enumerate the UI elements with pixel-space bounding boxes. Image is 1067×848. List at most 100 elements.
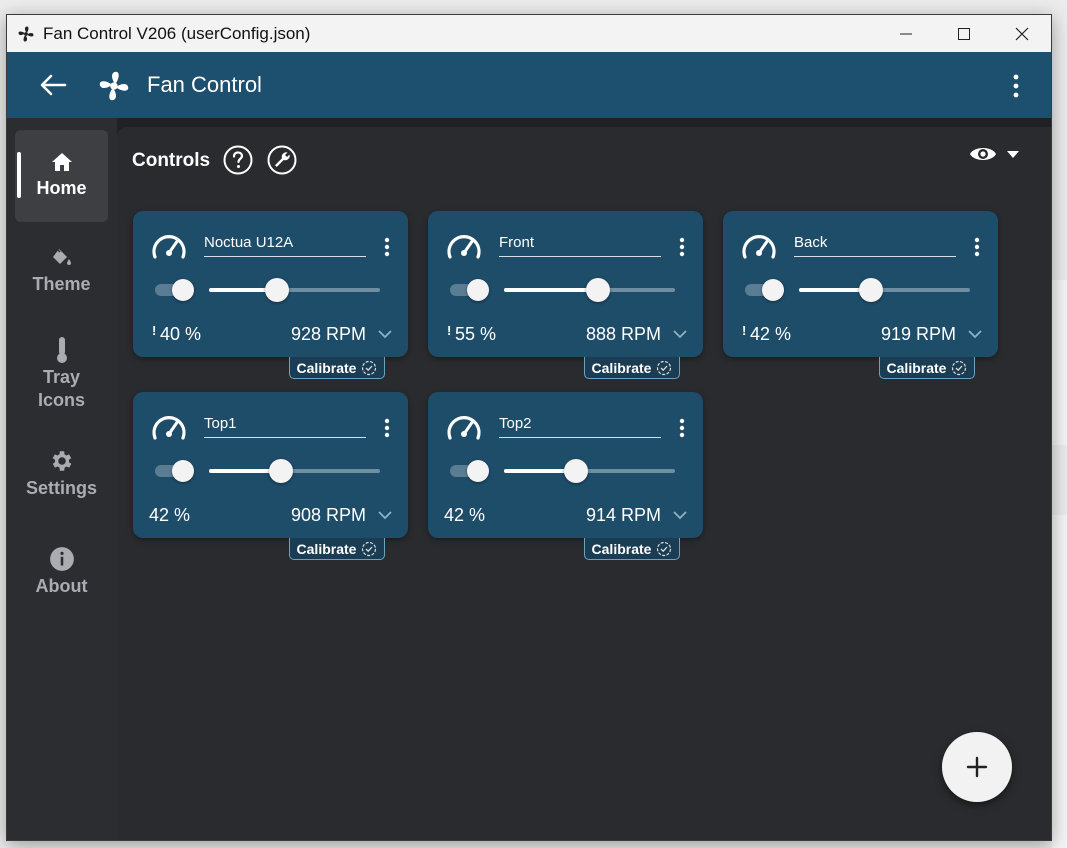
chevron-down-icon[interactable]	[673, 329, 687, 339]
control-name-field[interactable]: Front	[499, 234, 661, 257]
sidebar-item-label: Theme	[32, 274, 91, 294]
app-bar: Fan Control	[7, 52, 1051, 118]
slider-thumb[interactable]	[586, 278, 611, 302]
speed-slider[interactable]	[504, 278, 675, 302]
enable-toggle[interactable]	[155, 279, 195, 301]
background-window	[1052, 280, 1067, 445]
speedometer-icon	[447, 235, 481, 259]
calibrate-label: Calibrate	[591, 359, 652, 376]
slider-thumb[interactable]	[858, 278, 883, 302]
more-vert-icon[interactable]	[384, 418, 390, 438]
speedometer-icon	[447, 416, 481, 440]
calibrate-button[interactable]: Calibrate	[584, 538, 680, 560]
paint-bucket-icon	[52, 247, 71, 265]
slider-thumb[interactable]	[563, 459, 588, 483]
gear-icon	[52, 451, 71, 471]
control-card: Front! 55 % 888 RPM	[428, 211, 703, 357]
slider-thumb[interactable]	[268, 459, 293, 483]
fan-logo-icon	[99, 71, 129, 101]
more-vert-icon[interactable]	[679, 418, 685, 438]
chevron-down-icon[interactable]	[378, 510, 392, 520]
more-vert-icon[interactable]	[974, 237, 980, 257]
enable-toggle[interactable]	[450, 460, 490, 482]
maximize-icon	[958, 27, 970, 40]
control-percent: 55 %	[455, 324, 497, 344]
control-rpm: 919 RPM	[880, 324, 956, 344]
back-arrow-icon[interactable]	[39, 73, 67, 97]
warning-indicator: !	[447, 323, 452, 338]
speed-slider[interactable]	[504, 459, 675, 483]
active-indicator	[17, 152, 21, 198]
fan-icon	[18, 25, 34, 42]
info-icon	[49, 547, 74, 571]
control-rpm: 908 RPM	[290, 505, 366, 525]
close-button[interactable]	[993, 15, 1051, 52]
page-title: Controls	[132, 150, 211, 171]
control-card: Back! 42 % 919 RPM	[723, 211, 998, 357]
check-circle-icon	[362, 541, 377, 556]
enable-toggle[interactable]	[450, 279, 490, 301]
control-rpm: 914 RPM	[585, 505, 661, 525]
speedometer-icon	[152, 416, 186, 440]
calibrate-button[interactable]: Calibrate	[289, 538, 385, 560]
plus-icon	[966, 756, 988, 778]
home-icon	[51, 153, 72, 171]
control-name-field[interactable]: Top1	[204, 415, 366, 438]
minimize-icon	[900, 33, 912, 34]
chevron-down-icon[interactable]	[673, 510, 687, 520]
control-card: Noctua U12A! 40 % 928 RPM	[133, 211, 408, 357]
speed-slider[interactable]	[209, 459, 380, 483]
control-name-field[interactable]: Back	[794, 234, 956, 257]
minimize-button[interactable]	[877, 15, 935, 52]
window-title: Fan Control V206 (userConfig.json)	[43, 23, 311, 43]
calibrate-label: Calibrate	[591, 540, 652, 557]
calibrate-button[interactable]: Calibrate	[289, 357, 385, 379]
more-vert-icon[interactable]	[384, 237, 390, 257]
sidebar-item-about[interactable]: About	[15, 546, 108, 616]
calibrate-button[interactable]: Calibrate	[584, 357, 680, 379]
slider-thumb[interactable]	[265, 278, 290, 302]
speed-slider[interactable]	[799, 278, 970, 302]
more-vert-icon[interactable]	[679, 237, 685, 257]
sidebar-item-tray-icons[interactable]: Tray Icons	[15, 336, 108, 416]
wrench-icon[interactable]	[267, 145, 297, 175]
warning-indicator: !	[742, 323, 747, 338]
eye-icon	[970, 148, 996, 160]
more-vert-icon[interactable]	[1011, 73, 1021, 99]
sidebar-item-label: Tray Icons	[37, 367, 85, 410]
close-icon	[1015, 27, 1029, 40]
sidebar-item-label: Home	[36, 178, 87, 198]
control-card: Top2 42 % 914 RPM	[428, 392, 703, 538]
speedometer-icon	[152, 235, 186, 259]
calibrate-button[interactable]: Calibrate	[879, 357, 975, 379]
control-percent: 42 %	[444, 505, 486, 525]
main-content: Controls Noctua U12A! 40 % 928 RPM Calibrat…	[117, 127, 1051, 840]
enable-toggle[interactable]	[745, 279, 785, 301]
calibrate-label: Calibrate	[296, 540, 357, 557]
check-circle-icon	[952, 360, 967, 375]
control-name-field[interactable]: Noctua U12A	[204, 234, 366, 257]
maximize-button[interactable]	[935, 15, 993, 52]
chevron-down-icon[interactable]	[968, 329, 982, 339]
visibility-dropdown[interactable]	[969, 143, 1023, 165]
sidebar-item-label: Settings	[25, 478, 97, 498]
chevron-down-icon[interactable]	[378, 329, 392, 339]
title-bar: Fan Control V206 (userConfig.json)	[7, 15, 1051, 52]
sidebar-item-settings[interactable]: Settings	[15, 448, 108, 518]
control-name-field[interactable]: Top2	[499, 415, 661, 438]
control-percent: 40 %	[160, 324, 202, 344]
help-icon[interactable]	[223, 145, 253, 175]
sidebar-item-home[interactable]: Home	[15, 130, 108, 222]
sidebar-item-theme[interactable]: Theme	[15, 246, 108, 316]
calibrate-label: Calibrate	[296, 359, 357, 376]
enable-toggle[interactable]	[155, 460, 195, 482]
add-control-button[interactable]	[942, 732, 1012, 802]
calibrate-label: Calibrate	[886, 359, 947, 376]
sidebar: Home Theme Tray Icons Settings About	[7, 118, 117, 840]
app-title: Fan Control	[147, 72, 262, 97]
thermometer-icon	[56, 337, 67, 363]
sidebar-item-label: About	[35, 576, 88, 596]
control-rpm: 928 RPM	[290, 324, 366, 344]
chevron-down-icon	[1007, 151, 1019, 158]
speed-slider[interactable]	[209, 278, 380, 302]
